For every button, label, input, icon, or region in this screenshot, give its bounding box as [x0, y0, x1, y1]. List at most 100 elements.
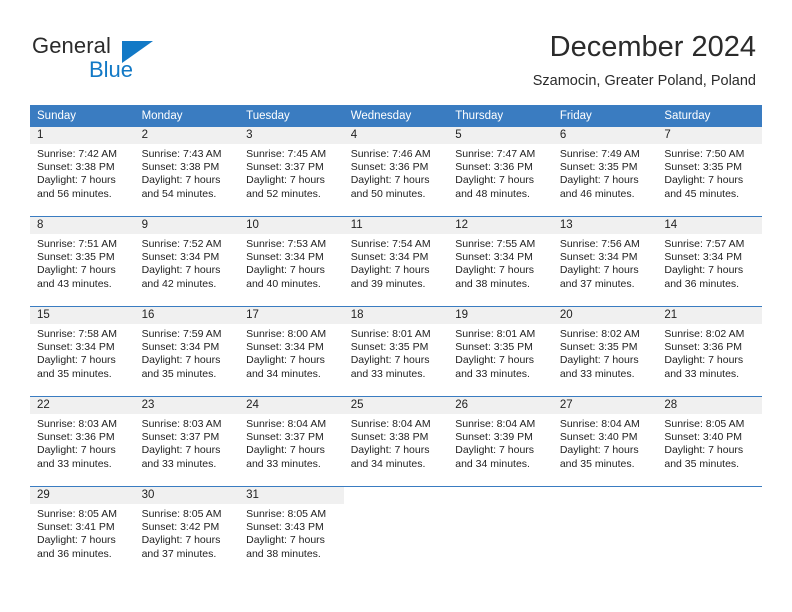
weekday-header-monday: Monday — [134, 105, 240, 127]
calendar-cell[interactable]: 10 Sunrise: 7:53 AM Sunset: 3:34 PM Dayligh… — [239, 216, 344, 307]
day-details: Sunrise: 8:04 AM Sunset: 3:39 PM Daylight:… — [448, 414, 553, 471]
daylight-text-line1: Daylight: 7 hours — [559, 264, 639, 277]
sunrise-text: Sunrise: 8:02 AM — [664, 328, 745, 340]
calendar-header-row: Sunday Monday Tuesday Wednesday Thursday… — [30, 105, 762, 127]
sunset-text: Sunset: 3:37 PM — [246, 431, 324, 444]
calendar-cell[interactable]: 24 Sunrise: 8:04 AM Sunset: 3:37 PM Dayligh… — [239, 396, 344, 487]
calendar-cell[interactable]: 18 Sunrise: 8:01 AM Sunset: 3:35 PM Dayligh… — [343, 306, 449, 397]
calendar-cell-empty — [343, 486, 449, 576]
daylight-text-line1: Daylight: 7 hours — [141, 174, 221, 187]
daylight-text-line1: Daylight: 7 hours — [664, 354, 744, 367]
day-details: Sunrise: 8:05 AM Sunset: 3:42 PM Daylight:… — [135, 504, 240, 561]
calendar-cell[interactable]: 2 Sunrise: 7:43 AM Sunset: 3:38 PM Daylight… — [134, 127, 240, 217]
day-details: Sunrise: 8:02 AM Sunset: 3:36 PM Daylight:… — [657, 324, 762, 381]
daylight-text-line1: Daylight: 7 hours — [350, 444, 430, 457]
daylight-text-line2: and 33 minutes. — [37, 457, 112, 470]
calendar-cell[interactable]: 16 Sunrise: 7:59 AM Sunset: 3:34 PM Dayligh… — [134, 306, 240, 397]
day-number: 28 — [657, 397, 762, 414]
daylight-text-line2: and 39 minutes. — [350, 277, 426, 290]
calendar-cell[interactable]: 30 Sunrise: 8:05 AM Sunset: 3:42 PM Dayligh… — [134, 486, 240, 576]
daylight-text-line2: and 33 minutes. — [141, 457, 217, 470]
daylight-text-line1: Daylight: 7 hours — [141, 264, 221, 277]
daylight-text-line1: Daylight: 7 hours — [246, 534, 325, 547]
day-details: Sunrise: 7:54 AM Sunset: 3:34 PM Daylight:… — [344, 234, 449, 291]
daylight-text-line1: Daylight: 7 hours — [37, 444, 116, 457]
daylight-text-line2: and 35 minutes. — [664, 457, 740, 470]
calendar-cell[interactable]: 1 Sunrise: 7:42 AM Sunset: 3:38 PM Daylight… — [30, 127, 135, 217]
day-details: Sunrise: 7:43 AM Sunset: 3:38 PM Daylight:… — [135, 144, 240, 201]
calendar-cell[interactable]: 23 Sunrise: 8:03 AM Sunset: 3:37 PM Dayligh… — [134, 396, 240, 487]
day-number: 29 — [30, 487, 135, 504]
week-row: 8 Sunrise: 7:51 AM Sunset: 3:35 PM Daylight… — [30, 216, 762, 307]
sunset-text: Sunset: 3:36 PM — [664, 341, 743, 354]
day-number: 26 — [448, 397, 553, 414]
day-details: Sunrise: 8:04 AM Sunset: 3:40 PM Daylight:… — [553, 414, 658, 471]
day-number: 24 — [239, 397, 344, 414]
daylight-text-line2: and 54 minutes. — [141, 187, 217, 200]
daylight-text-line1: Daylight: 7 hours — [246, 444, 325, 457]
daylight-text-line2: and 33 minutes. — [559, 367, 635, 380]
day-number: 31 — [239, 487, 344, 504]
calendar-cell[interactable]: 21 Sunrise: 8:02 AM Sunset: 3:36 PM Dayligh… — [657, 306, 762, 397]
day-details: Sunrise: 7:58 AM Sunset: 3:34 PM Daylight:… — [30, 324, 135, 381]
calendar-cell-empty — [552, 486, 658, 576]
daylight-text-line2: and 33 minutes. — [246, 457, 321, 470]
day-number: 25 — [343, 397, 449, 414]
calendar-cell[interactable]: 13 Sunrise: 7:56 AM Sunset: 3:34 PM Dayligh… — [552, 216, 658, 307]
general-blue-logo[interactable]: General Blue — [32, 33, 202, 85]
calendar-cell[interactable]: 11 Sunrise: 7:54 AM Sunset: 3:34 PM Dayligh… — [343, 216, 449, 307]
week-row: 1 Sunrise: 7:42 AM Sunset: 3:38 PM Daylight… — [30, 127, 762, 217]
calendar-cell[interactable]: 25 Sunrise: 8:04 AM Sunset: 3:38 PM Dayligh… — [343, 396, 449, 487]
calendar-cell[interactable]: 15 Sunrise: 7:58 AM Sunset: 3:34 PM Dayligh… — [30, 306, 135, 397]
sunrise-text: Sunrise: 8:03 AM — [141, 418, 222, 430]
sunrise-text: Sunrise: 8:05 AM — [141, 508, 222, 520]
sunset-text: Sunset: 3:36 PM — [37, 431, 115, 444]
calendar-cell[interactable]: 19 Sunrise: 8:01 AM Sunset: 3:35 PM Dayligh… — [448, 306, 553, 397]
calendar-cell[interactable]: 7 Sunrise: 7:50 AM Sunset: 3:35 PM Daylight… — [657, 127, 762, 217]
calendar-cell[interactable]: 9 Sunrise: 7:52 AM Sunset: 3:34 PM Daylight… — [134, 216, 240, 307]
calendar-cell[interactable]: 26 Sunrise: 8:04 AM Sunset: 3:39 PM Dayligh… — [448, 396, 553, 487]
calendar-cell[interactable]: 6 Sunrise: 7:49 AM Sunset: 3:35 PM Daylight… — [552, 127, 658, 217]
calendar-cell[interactable]: 22 Sunrise: 8:03 AM Sunset: 3:36 PM Dayligh… — [30, 396, 135, 487]
calendar-cell[interactable]: 17 Sunrise: 8:00 AM Sunset: 3:34 PM Dayligh… — [239, 306, 344, 397]
daylight-text-line1: Daylight: 7 hours — [455, 354, 535, 367]
sunrise-text: Sunrise: 8:04 AM — [559, 418, 640, 430]
calendar-cell-empty — [657, 486, 762, 576]
daylight-text-line2: and 52 minutes. — [246, 187, 321, 200]
day-number: 5 — [448, 127, 553, 144]
daylight-text-line1: Daylight: 7 hours — [559, 174, 639, 187]
sunrise-text: Sunrise: 7:56 AM — [559, 238, 640, 250]
daylight-text-line1: Daylight: 7 hours — [246, 174, 325, 187]
daylight-text-line1: Daylight: 7 hours — [664, 264, 744, 277]
day-number: 23 — [134, 397, 240, 414]
calendar-cell[interactable]: 28 Sunrise: 8:05 AM Sunset: 3:40 PM Dayligh… — [657, 396, 762, 487]
daylight-text-line1: Daylight: 7 hours — [455, 264, 535, 277]
calendar-cell[interactable]: 29 Sunrise: 8:05 AM Sunset: 3:41 PM Dayligh… — [30, 486, 135, 576]
week-row: 22 Sunrise: 8:03 AM Sunset: 3:36 PM Dayligh… — [30, 396, 762, 487]
day-number: 20 — [552, 307, 658, 324]
daylight-text-line1: Daylight: 7 hours — [141, 534, 221, 547]
calendar-cell[interactable]: 8 Sunrise: 7:51 AM Sunset: 3:35 PM Daylight… — [30, 216, 135, 307]
calendar-cell[interactable]: 20 Sunrise: 8:02 AM Sunset: 3:35 PM Dayligh… — [552, 306, 658, 397]
day-details: Sunrise: 7:53 AM Sunset: 3:34 PM Daylight:… — [239, 234, 344, 291]
sunrise-text: Sunrise: 8:02 AM — [559, 328, 640, 340]
calendar-cell[interactable]: 4 Sunrise: 7:46 AM Sunset: 3:36 PM Daylight… — [343, 127, 449, 217]
daylight-text-line1: Daylight: 7 hours — [246, 264, 325, 277]
daylight-text-line2: and 45 minutes. — [664, 187, 740, 200]
calendar-cell[interactable]: 31 Sunrise: 8:05 AM Sunset: 3:43 PM Dayligh… — [239, 486, 344, 576]
day-number: 10 — [239, 217, 344, 234]
day-details: Sunrise: 7:45 AM Sunset: 3:37 PM Daylight:… — [239, 144, 344, 201]
day-number: 15 — [30, 307, 135, 324]
title-block: December 2024 Szamocin, Greater Poland, … — [533, 30, 756, 91]
calendar-cell[interactable]: 27 Sunrise: 8:04 AM Sunset: 3:40 PM Dayligh… — [552, 396, 658, 487]
daylight-text-line1: Daylight: 7 hours — [350, 354, 430, 367]
calendar-cell[interactable]: 5 Sunrise: 7:47 AM Sunset: 3:36 PM Daylight… — [448, 127, 553, 217]
calendar-cell[interactable]: 12 Sunrise: 7:55 AM Sunset: 3:34 PM Dayligh… — [448, 216, 553, 307]
day-number: 2 — [134, 127, 240, 144]
day-number: 13 — [552, 217, 658, 234]
calendar-cell[interactable]: 14 Sunrise: 7:57 AM Sunset: 3:34 PM Dayligh… — [657, 216, 762, 307]
calendar-cell[interactable]: 3 Sunrise: 7:45 AM Sunset: 3:37 PM Daylight… — [239, 127, 344, 217]
logo-text-general: General — [32, 33, 111, 58]
day-number: 17 — [239, 307, 344, 324]
sunrise-text: Sunrise: 7:45 AM — [246, 148, 327, 160]
